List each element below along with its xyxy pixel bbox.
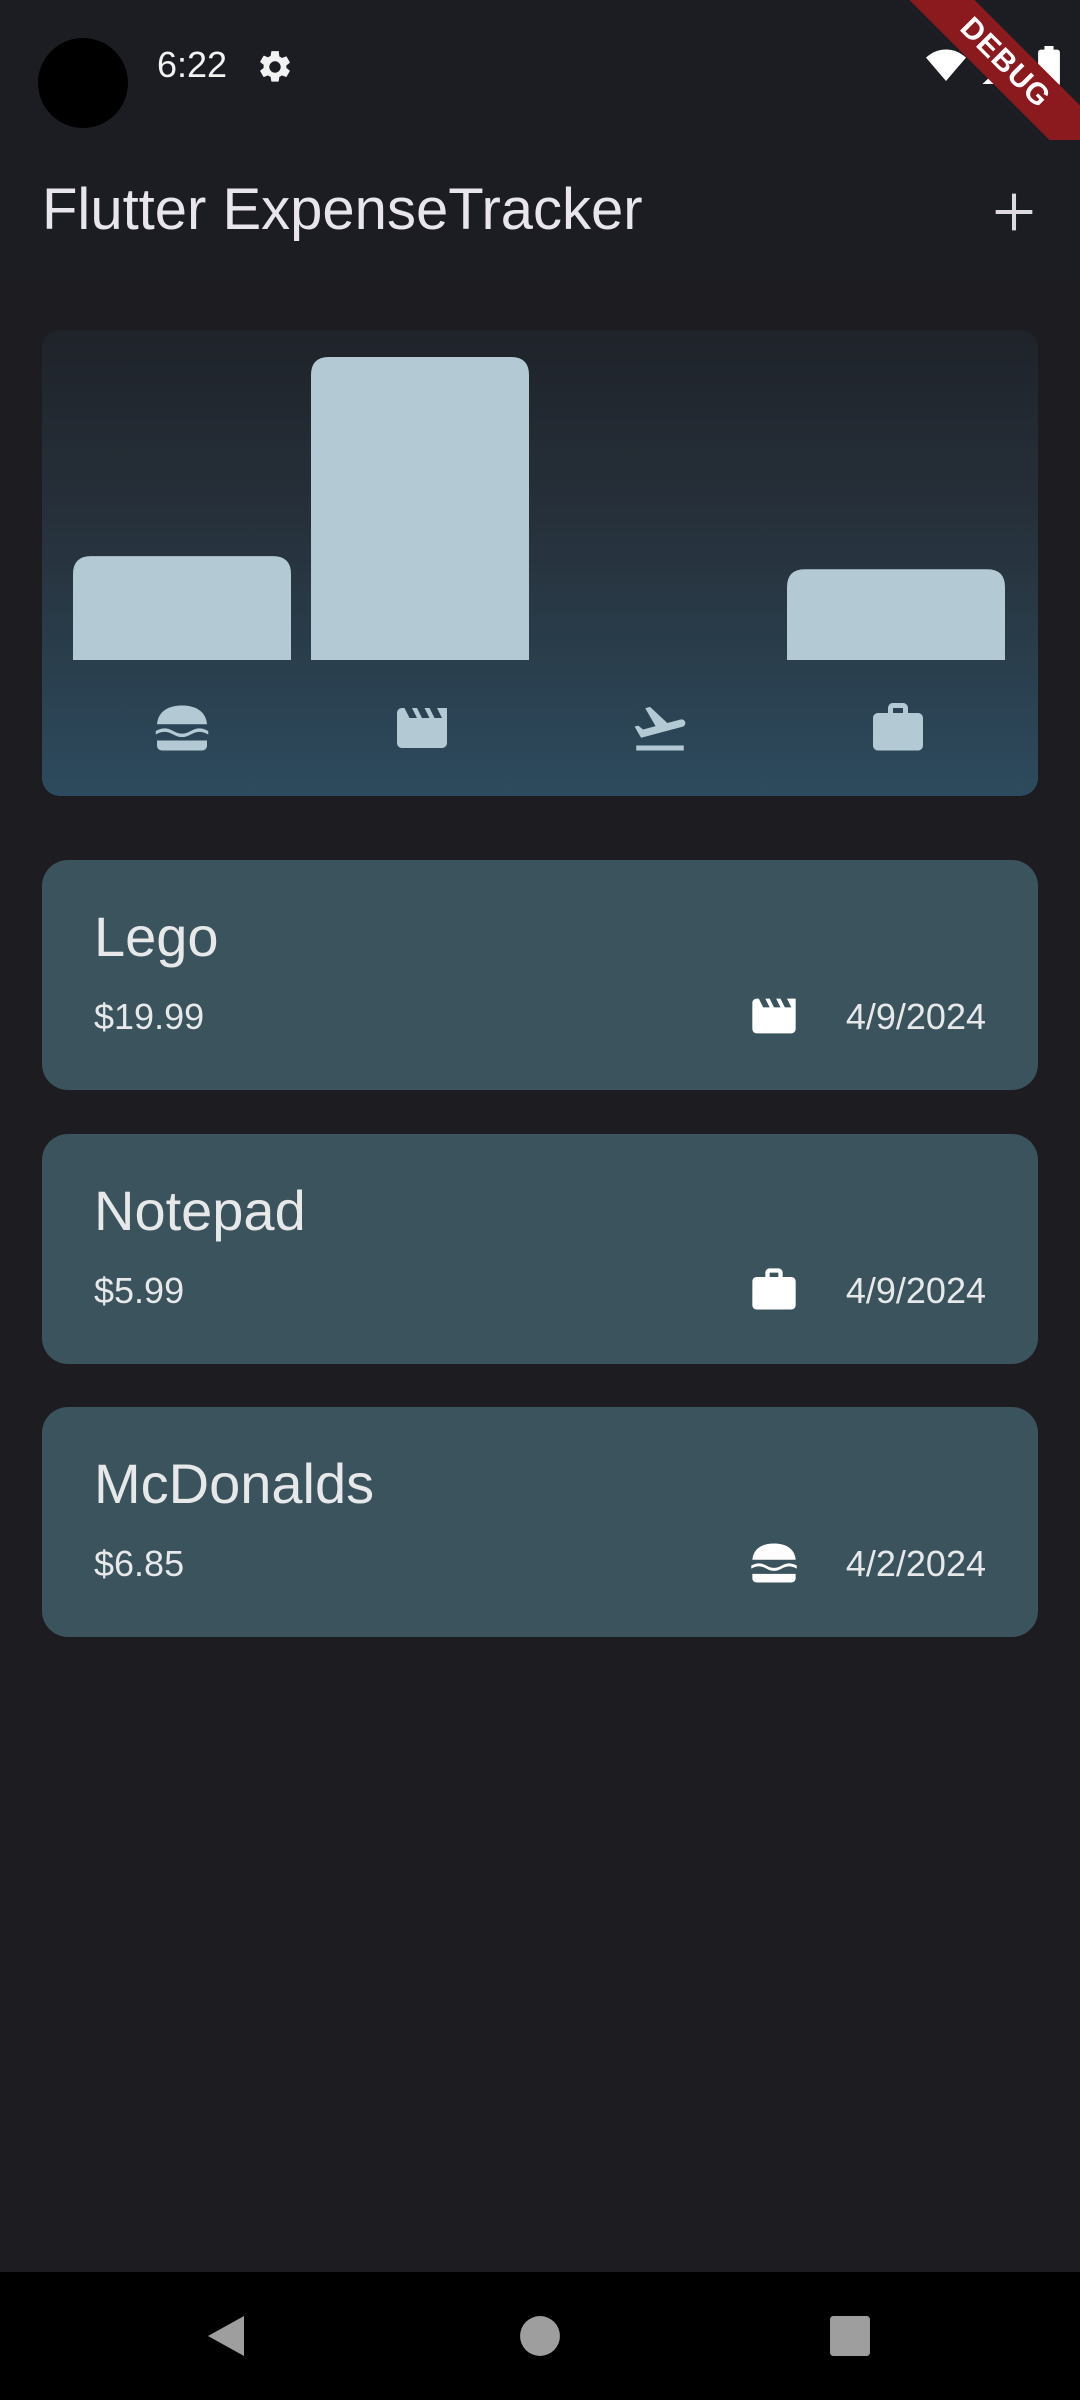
briefcase-icon [873,703,923,751]
wifi-icon [926,49,966,81]
clapperboard-icon [752,998,796,1034]
expense-item[interactable]: McDonalds $6.85 4/2/2024 [42,1407,1038,1637]
recents-square-icon [830,2316,870,2356]
home-circle-icon [520,2316,560,2356]
expense-chart [42,330,1038,796]
front-camera-cutout [38,38,128,128]
expense-date: 4/9/2024 [845,996,986,1037]
app-title: Flutter ExpenseTracker [42,177,643,242]
expense-amount: $19.99 [94,996,205,1037]
expense-item[interactable]: Notepad $5.99 4/9/2024 [42,1134,1038,1364]
airplane-departure-icon [634,706,686,751]
expense-title: Notepad [94,1179,306,1242]
status-bar: 6:22 DEBUG [0,0,1080,182]
chart-bar-food [73,556,291,660]
gear-icon [260,51,290,82]
expense-date: 4/9/2024 [845,1270,986,1311]
chart-bar-work [787,569,1005,660]
expense-date: 4/2/2024 [845,1543,986,1584]
hamburger-icon [751,1543,797,1583]
plus-icon [995,193,1033,231]
hamburger-icon [155,705,209,751]
briefcase-icon [752,1268,796,1310]
chart-bar-leisure [311,357,529,660]
nav-recents-button[interactable] [820,2306,880,2366]
expense-amount: $5.99 [94,1270,185,1311]
back-triangle-icon [208,2316,244,2356]
add-expense-button[interactable] [978,176,1050,248]
nav-back-button[interactable] [196,2306,256,2366]
system-navigation-bar [0,2272,1080,2400]
expense-item[interactable]: Lego $19.99 4/9/2024 [42,860,1038,1090]
expense-amount: $6.85 [94,1543,185,1584]
expense-title: McDonalds [94,1452,375,1515]
expense-title: Lego [94,905,219,968]
app-bar: Flutter ExpenseTracker [0,140,1080,280]
nav-home-button[interactable] [510,2306,570,2366]
clapperboard-icon [397,708,447,748]
status-time: 6:22 [157,44,228,85]
